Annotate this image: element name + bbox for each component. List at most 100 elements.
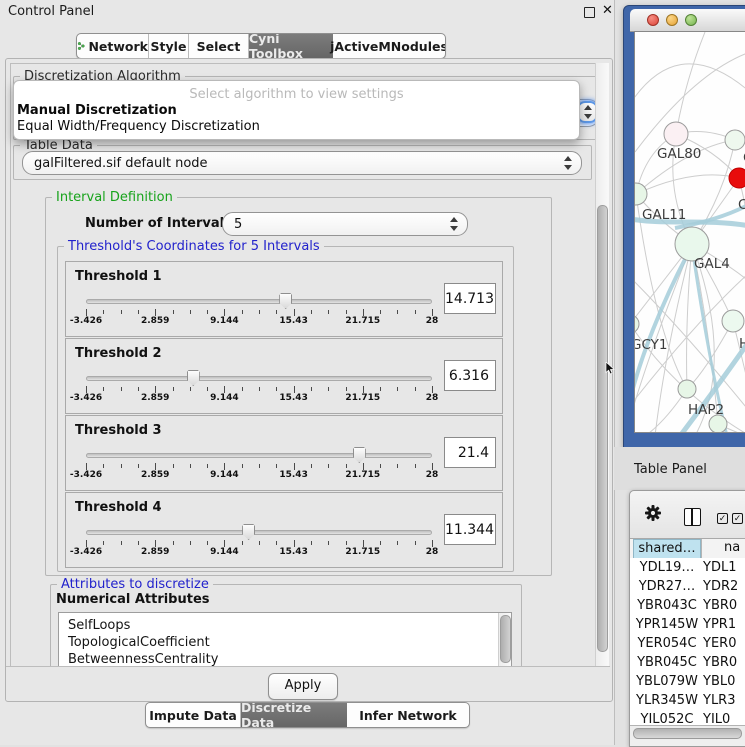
cell-shared-name[interactable]: YPR145W [633, 617, 701, 632]
numerical-attributes-list[interactable]: SelfLoopsTopologicalCoefficientBetweenne… [58, 612, 512, 668]
network-node[interactable] [729, 168, 745, 188]
attribute-list-item[interactable]: SelfLoops [68, 618, 130, 635]
table-row[interactable]: YDR27…YDR2 [630, 577, 745, 596]
table-row[interactable]: YBR043CYBR0 [630, 596, 745, 615]
slider-thumb[interactable] [242, 524, 255, 540]
threshold-value-field[interactable]: 21.4 [444, 437, 496, 468]
tab-impute-data[interactable]: Impute Data [146, 703, 241, 727]
slider-tick-label: 2.859 [141, 547, 169, 557]
slider-tick [294, 386, 295, 393]
slider-thumb[interactable] [279, 293, 292, 309]
cell-name[interactable]: YDL1 [703, 560, 736, 575]
tab-discretize-data[interactable]: Discretize Data [241, 703, 347, 727]
list-scrollbar[interactable] [498, 613, 511, 667]
network-node-label: GAL11 [642, 207, 686, 223]
network-edge[interactable] [676, 32, 705, 134]
cell-shared-name[interactable]: YLR345W [633, 693, 701, 708]
cell-shared-name[interactable]: YBR045C [633, 655, 701, 670]
table-row[interactable]: YDL19…YDL1 [630, 558, 745, 577]
attribute-list-item[interactable]: TopologicalCoefficient [68, 635, 210, 652]
minimize-window-icon[interactable] [666, 14, 678, 26]
settings-scrollbar-thumb[interactable] [597, 205, 608, 652]
slider-track[interactable] [86, 376, 432, 381]
cell-name[interactable]: YLR3 [703, 693, 736, 708]
slider-tick-label: -3.426 [70, 316, 102, 326]
network-edge[interactable] [636, 175, 739, 194]
apply-button[interactable]: Apply [268, 673, 338, 700]
slider-track[interactable] [86, 299, 432, 304]
slider-tick-label: 28 [426, 547, 439, 557]
list-scrollbar-thumb[interactable] [500, 615, 511, 663]
control-panel-title: Control Panel [8, 4, 94, 19]
cell-name[interactable]: YBL0 [703, 674, 735, 689]
slider-tick [294, 540, 295, 547]
network-node[interactable] [678, 380, 696, 398]
cell-name[interactable]: YPR1 [703, 617, 736, 632]
network-node[interactable] [725, 130, 745, 150]
slider-thumb[interactable] [353, 447, 366, 463]
slider-tick-label: -3.426 [70, 393, 102, 403]
tab-network[interactable]: Network [77, 34, 149, 58]
number-of-intervals-label: Number of Intervals [85, 216, 232, 231]
threshold-value-field[interactable]: 11.344 [444, 514, 496, 545]
dropdown-option-equal-width[interactable]: Equal Width/Frequency Discretization [17, 119, 260, 134]
slider-track[interactable] [86, 530, 432, 535]
cell-name[interactable]: YER0 [703, 636, 736, 651]
table-row[interactable]: YER054CYER0 [630, 634, 745, 653]
network-edge[interactable] [687, 244, 692, 389]
network-window-titlebar[interactable] [630, 9, 745, 32]
table-row[interactable]: YBL079WYBL0 [630, 672, 745, 691]
cell-name[interactable]: YIL0 [703, 712, 730, 725]
cell-shared-name[interactable]: YDL19… [633, 560, 701, 575]
slider-tick [86, 540, 87, 547]
slider-tick [86, 463, 87, 470]
cell-name[interactable]: YBR0 [703, 655, 737, 670]
network-node-label: GAL80 [657, 146, 701, 162]
table-row[interactable]: YPR145WYPR1 [630, 615, 745, 634]
network-node[interactable] [722, 310, 744, 332]
cell-name[interactable]: YBR0 [703, 598, 737, 613]
network-edge[interactable] [635, 64, 745, 112]
slider-track[interactable] [86, 453, 432, 458]
tab-select[interactable]: Select [189, 34, 249, 58]
close-panel-icon[interactable]: ✕ [602, 3, 613, 18]
cell-shared-name[interactable]: YDR27… [633, 579, 701, 594]
cell-shared-name[interactable]: YER054C [633, 636, 701, 651]
cell-shared-name[interactable]: YBR043C [633, 598, 701, 613]
close-window-icon[interactable] [647, 14, 659, 26]
tab-infer-network[interactable]: Infer Network [347, 703, 469, 727]
table-hscrollbar-thumb[interactable] [633, 728, 742, 739]
threshold-value-field[interactable]: 14.713 [444, 283, 496, 314]
cell-shared-name[interactable]: YIL052C [633, 712, 701, 725]
network-canvas[interactable]: GAL80GACGAL11GAL4GCY1HHAP2 [634, 31, 745, 433]
tab-jactivemnodules[interactable]: jActiveMNodules [333, 34, 445, 58]
slider-tick [138, 541, 139, 545]
table-row[interactable]: YLR345WYLR3 [630, 691, 745, 710]
slider-tick-label: 21.715 [345, 547, 380, 557]
slider-tick [86, 386, 87, 393]
column-header-shared-name[interactable]: shared… [633, 539, 701, 559]
dropdown-option-manual[interactable]: Manual Discretization [17, 103, 177, 118]
number-of-intervals-combobox[interactable]: 5 [222, 212, 468, 236]
gear-icon[interactable] [643, 503, 663, 523]
slider-thumb[interactable] [187, 370, 200, 386]
threshold-value-field[interactable]: 6.316 [444, 360, 496, 391]
float-window-icon[interactable] [584, 7, 595, 18]
network-node[interactable] [664, 122, 688, 146]
split-columns-icon[interactable] [684, 508, 701, 526]
table-data-combobox[interactable]: galFiltered.sif default node [22, 151, 582, 175]
slider-tick-label: 21.715 [345, 470, 380, 480]
table-horizontal-scrollbar[interactable] [630, 725, 745, 740]
dropdown-prompt-item[interactable]: Select algorithm to view settings [14, 87, 579, 102]
tab-style[interactable]: Style [149, 34, 189, 58]
tab-cyni-toolbox[interactable]: Cyni Toolbox [249, 34, 333, 58]
cell-shared-name[interactable]: YBL079W [633, 674, 701, 689]
table-row[interactable]: YIL052CYIL0 [630, 710, 745, 725]
zoom-window-icon[interactable] [685, 14, 697, 26]
column-header-name[interactable]: na [701, 539, 745, 559]
network-node[interactable] [635, 315, 639, 333]
checkbox-icon[interactable]: ✓ [717, 513, 728, 524]
cell-name[interactable]: YDR2 [703, 579, 738, 594]
table-row[interactable]: YBR045CYBR0 [630, 653, 745, 672]
checkbox-icon[interactable]: ✓ [732, 513, 743, 524]
